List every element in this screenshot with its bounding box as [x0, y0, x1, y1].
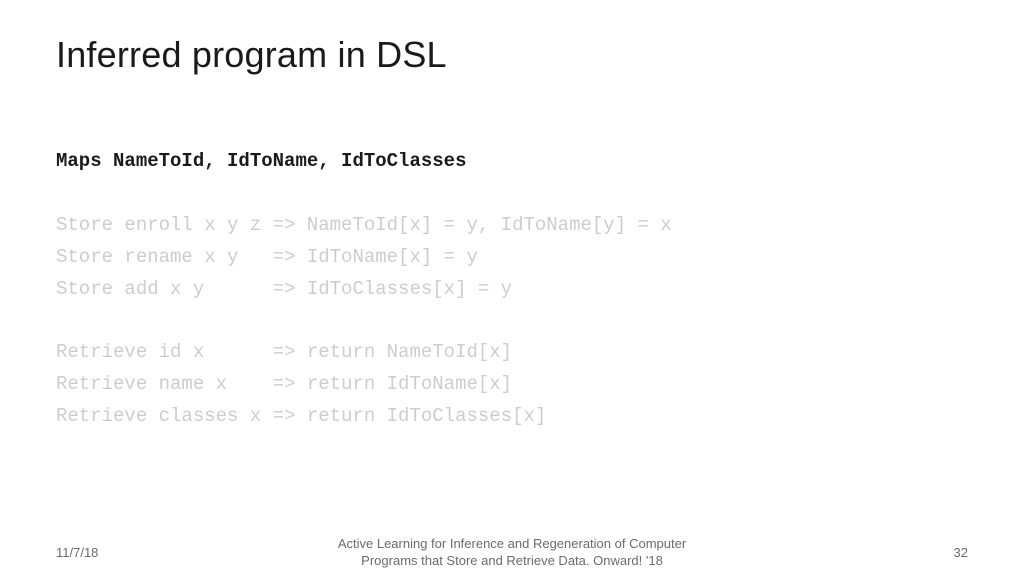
slide-footer: 11/7/18 Active Learning for Inference an…	[0, 545, 1024, 560]
code-maps-line: Maps NameToId, IdToName, IdToClasses	[56, 150, 466, 172]
footer-venue-line2: Programs that Store and Retrieve Data. O…	[361, 553, 663, 568]
code-store-rename: Store rename x y => IdToName[x] = y	[56, 246, 478, 268]
footer-page-number: 32	[954, 545, 968, 560]
code-store-enroll: Store enroll x y z => NameToId[x] = y, I…	[56, 214, 672, 236]
footer-venue-line1: Active Learning for Inference and Regene…	[338, 536, 686, 551]
footer-venue: Active Learning for Inference and Regene…	[0, 536, 1024, 569]
code-retrieve-id: Retrieve id x => return NameToId[x]	[56, 341, 512, 363]
slide-title: Inferred program in DSL	[56, 34, 968, 76]
code-retrieve-classes: Retrieve classes x => return IdToClasses…	[56, 405, 546, 427]
code-block: Maps NameToId, IdToName, IdToClasses Sto…	[56, 114, 968, 465]
slide: Inferred program in DSL Maps NameToId, I…	[0, 0, 1024, 576]
code-retrieve-name: Retrieve name x => return IdToName[x]	[56, 373, 512, 395]
code-store-add: Store add x y => IdToClasses[x] = y	[56, 278, 512, 300]
footer-date: 11/7/18	[56, 545, 98, 560]
